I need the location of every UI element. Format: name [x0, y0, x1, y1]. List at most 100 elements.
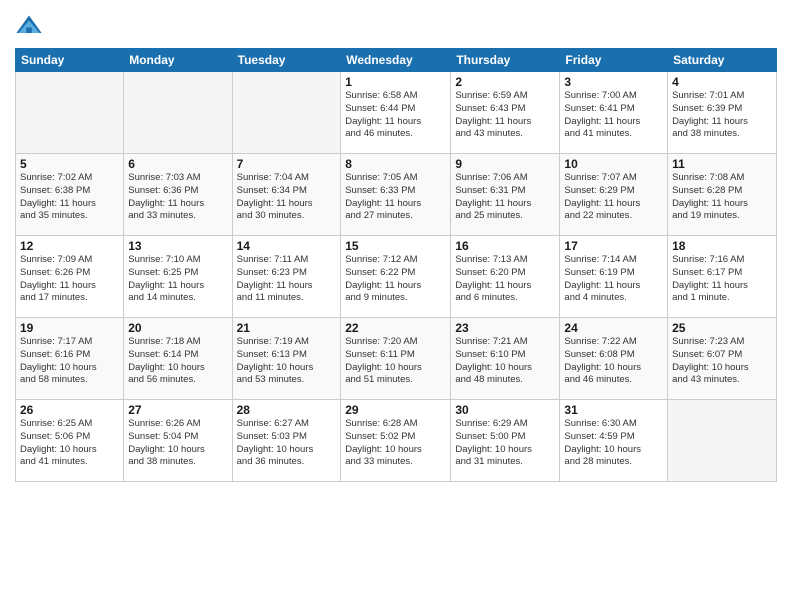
- calendar-cell: 5Sunrise: 7:02 AM Sunset: 6:38 PM Daylig…: [16, 154, 124, 236]
- weekday-header-sunday: Sunday: [16, 49, 124, 72]
- calendar-cell: 4Sunrise: 7:01 AM Sunset: 6:39 PM Daylig…: [668, 72, 777, 154]
- day-number: 10: [564, 157, 663, 171]
- day-info: Sunrise: 7:10 AM Sunset: 6:25 PM Dayligh…: [128, 254, 227, 305]
- calendar-cell: 21Sunrise: 7:19 AM Sunset: 6:13 PM Dayli…: [232, 318, 341, 400]
- day-number: 31: [564, 403, 663, 417]
- calendar-cell: 13Sunrise: 7:10 AM Sunset: 6:25 PM Dayli…: [124, 236, 232, 318]
- calendar-cell: 22Sunrise: 7:20 AM Sunset: 6:11 PM Dayli…: [341, 318, 451, 400]
- calendar-cell: 27Sunrise: 6:26 AM Sunset: 5:04 PM Dayli…: [124, 400, 232, 482]
- calendar-week-row: 26Sunrise: 6:25 AM Sunset: 5:06 PM Dayli…: [16, 400, 777, 482]
- calendar-cell: 16Sunrise: 7:13 AM Sunset: 6:20 PM Dayli…: [451, 236, 560, 318]
- day-number: 7: [237, 157, 337, 171]
- day-number: 19: [20, 321, 119, 335]
- calendar-cell: 18Sunrise: 7:16 AM Sunset: 6:17 PM Dayli…: [668, 236, 777, 318]
- day-info: Sunrise: 6:58 AM Sunset: 6:44 PM Dayligh…: [345, 90, 446, 141]
- calendar-cell: 3Sunrise: 7:00 AM Sunset: 6:41 PM Daylig…: [560, 72, 668, 154]
- day-info: Sunrise: 6:27 AM Sunset: 5:03 PM Dayligh…: [237, 418, 337, 469]
- day-number: 23: [455, 321, 555, 335]
- weekday-header-saturday: Saturday: [668, 49, 777, 72]
- day-number: 4: [672, 75, 772, 89]
- day-info: Sunrise: 7:22 AM Sunset: 6:08 PM Dayligh…: [564, 336, 663, 387]
- day-number: 28: [237, 403, 337, 417]
- weekday-header-row: SundayMondayTuesdayWednesdayThursdayFrid…: [16, 49, 777, 72]
- calendar-cell: 19Sunrise: 7:17 AM Sunset: 6:16 PM Dayli…: [16, 318, 124, 400]
- calendar-week-row: 19Sunrise: 7:17 AM Sunset: 6:16 PM Dayli…: [16, 318, 777, 400]
- day-number: 12: [20, 239, 119, 253]
- header: [15, 10, 777, 40]
- calendar-week-row: 1Sunrise: 6:58 AM Sunset: 6:44 PM Daylig…: [16, 72, 777, 154]
- calendar-cell: 28Sunrise: 6:27 AM Sunset: 5:03 PM Dayli…: [232, 400, 341, 482]
- day-info: Sunrise: 7:04 AM Sunset: 6:34 PM Dayligh…: [237, 172, 337, 223]
- weekday-header-tuesday: Tuesday: [232, 49, 341, 72]
- day-info: Sunrise: 7:11 AM Sunset: 6:23 PM Dayligh…: [237, 254, 337, 305]
- day-number: 8: [345, 157, 446, 171]
- day-info: Sunrise: 7:09 AM Sunset: 6:26 PM Dayligh…: [20, 254, 119, 305]
- day-number: 30: [455, 403, 555, 417]
- day-number: 2: [455, 75, 555, 89]
- day-info: Sunrise: 7:05 AM Sunset: 6:33 PM Dayligh…: [345, 172, 446, 223]
- day-number: 13: [128, 239, 227, 253]
- day-info: Sunrise: 7:16 AM Sunset: 6:17 PM Dayligh…: [672, 254, 772, 305]
- calendar-cell: 6Sunrise: 7:03 AM Sunset: 6:36 PM Daylig…: [124, 154, 232, 236]
- day-info: Sunrise: 6:25 AM Sunset: 5:06 PM Dayligh…: [20, 418, 119, 469]
- day-number: 17: [564, 239, 663, 253]
- weekday-header-thursday: Thursday: [451, 49, 560, 72]
- day-info: Sunrise: 7:07 AM Sunset: 6:29 PM Dayligh…: [564, 172, 663, 223]
- day-info: Sunrise: 7:21 AM Sunset: 6:10 PM Dayligh…: [455, 336, 555, 387]
- day-info: Sunrise: 7:19 AM Sunset: 6:13 PM Dayligh…: [237, 336, 337, 387]
- day-info: Sunrise: 7:20 AM Sunset: 6:11 PM Dayligh…: [345, 336, 446, 387]
- calendar-cell: 1Sunrise: 6:58 AM Sunset: 6:44 PM Daylig…: [341, 72, 451, 154]
- calendar-cell: 26Sunrise: 6:25 AM Sunset: 5:06 PM Dayli…: [16, 400, 124, 482]
- day-number: 16: [455, 239, 555, 253]
- calendar-cell: 30Sunrise: 6:29 AM Sunset: 5:00 PM Dayli…: [451, 400, 560, 482]
- calendar-cell: 17Sunrise: 7:14 AM Sunset: 6:19 PM Dayli…: [560, 236, 668, 318]
- day-info: Sunrise: 7:06 AM Sunset: 6:31 PM Dayligh…: [455, 172, 555, 223]
- calendar-cell: 14Sunrise: 7:11 AM Sunset: 6:23 PM Dayli…: [232, 236, 341, 318]
- calendar-cell: 15Sunrise: 7:12 AM Sunset: 6:22 PM Dayli…: [341, 236, 451, 318]
- day-number: 14: [237, 239, 337, 253]
- calendar-cell: 7Sunrise: 7:04 AM Sunset: 6:34 PM Daylig…: [232, 154, 341, 236]
- calendar-cell: 8Sunrise: 7:05 AM Sunset: 6:33 PM Daylig…: [341, 154, 451, 236]
- day-number: 25: [672, 321, 772, 335]
- calendar-cell: [16, 72, 124, 154]
- calendar-cell: 2Sunrise: 6:59 AM Sunset: 6:43 PM Daylig…: [451, 72, 560, 154]
- weekday-header-monday: Monday: [124, 49, 232, 72]
- calendar-cell: 9Sunrise: 7:06 AM Sunset: 6:31 PM Daylig…: [451, 154, 560, 236]
- day-number: 1: [345, 75, 446, 89]
- day-info: Sunrise: 7:02 AM Sunset: 6:38 PM Dayligh…: [20, 172, 119, 223]
- calendar-cell: 11Sunrise: 7:08 AM Sunset: 6:28 PM Dayli…: [668, 154, 777, 236]
- calendar-cell: 29Sunrise: 6:28 AM Sunset: 5:02 PM Dayli…: [341, 400, 451, 482]
- calendar-cell: 25Sunrise: 7:23 AM Sunset: 6:07 PM Dayli…: [668, 318, 777, 400]
- day-info: Sunrise: 7:17 AM Sunset: 6:16 PM Dayligh…: [20, 336, 119, 387]
- calendar-cell: [232, 72, 341, 154]
- calendar-week-row: 5Sunrise: 7:02 AM Sunset: 6:38 PM Daylig…: [16, 154, 777, 236]
- calendar-cell: 20Sunrise: 7:18 AM Sunset: 6:14 PM Dayli…: [124, 318, 232, 400]
- day-number: 21: [237, 321, 337, 335]
- day-info: Sunrise: 6:28 AM Sunset: 5:02 PM Dayligh…: [345, 418, 446, 469]
- day-number: 24: [564, 321, 663, 335]
- day-number: 20: [128, 321, 227, 335]
- day-info: Sunrise: 7:01 AM Sunset: 6:39 PM Dayligh…: [672, 90, 772, 141]
- day-number: 3: [564, 75, 663, 89]
- weekday-header-friday: Friday: [560, 49, 668, 72]
- day-info: Sunrise: 7:12 AM Sunset: 6:22 PM Dayligh…: [345, 254, 446, 305]
- calendar-cell: [124, 72, 232, 154]
- day-info: Sunrise: 6:29 AM Sunset: 5:00 PM Dayligh…: [455, 418, 555, 469]
- day-number: 26: [20, 403, 119, 417]
- page: SundayMondayTuesdayWednesdayThursdayFrid…: [0, 0, 792, 612]
- day-info: Sunrise: 7:00 AM Sunset: 6:41 PM Dayligh…: [564, 90, 663, 141]
- day-info: Sunrise: 7:18 AM Sunset: 6:14 PM Dayligh…: [128, 336, 227, 387]
- day-info: Sunrise: 6:30 AM Sunset: 4:59 PM Dayligh…: [564, 418, 663, 469]
- calendar: SundayMondayTuesdayWednesdayThursdayFrid…: [15, 48, 777, 482]
- day-info: Sunrise: 7:13 AM Sunset: 6:20 PM Dayligh…: [455, 254, 555, 305]
- logo: [15, 10, 45, 40]
- calendar-cell: 10Sunrise: 7:07 AM Sunset: 6:29 PM Dayli…: [560, 154, 668, 236]
- calendar-cell: [668, 400, 777, 482]
- day-info: Sunrise: 7:14 AM Sunset: 6:19 PM Dayligh…: [564, 254, 663, 305]
- day-info: Sunrise: 7:08 AM Sunset: 6:28 PM Dayligh…: [672, 172, 772, 223]
- calendar-cell: 24Sunrise: 7:22 AM Sunset: 6:08 PM Dayli…: [560, 318, 668, 400]
- day-number: 9: [455, 157, 555, 171]
- day-info: Sunrise: 7:03 AM Sunset: 6:36 PM Dayligh…: [128, 172, 227, 223]
- day-info: Sunrise: 6:59 AM Sunset: 6:43 PM Dayligh…: [455, 90, 555, 141]
- calendar-week-row: 12Sunrise: 7:09 AM Sunset: 6:26 PM Dayli…: [16, 236, 777, 318]
